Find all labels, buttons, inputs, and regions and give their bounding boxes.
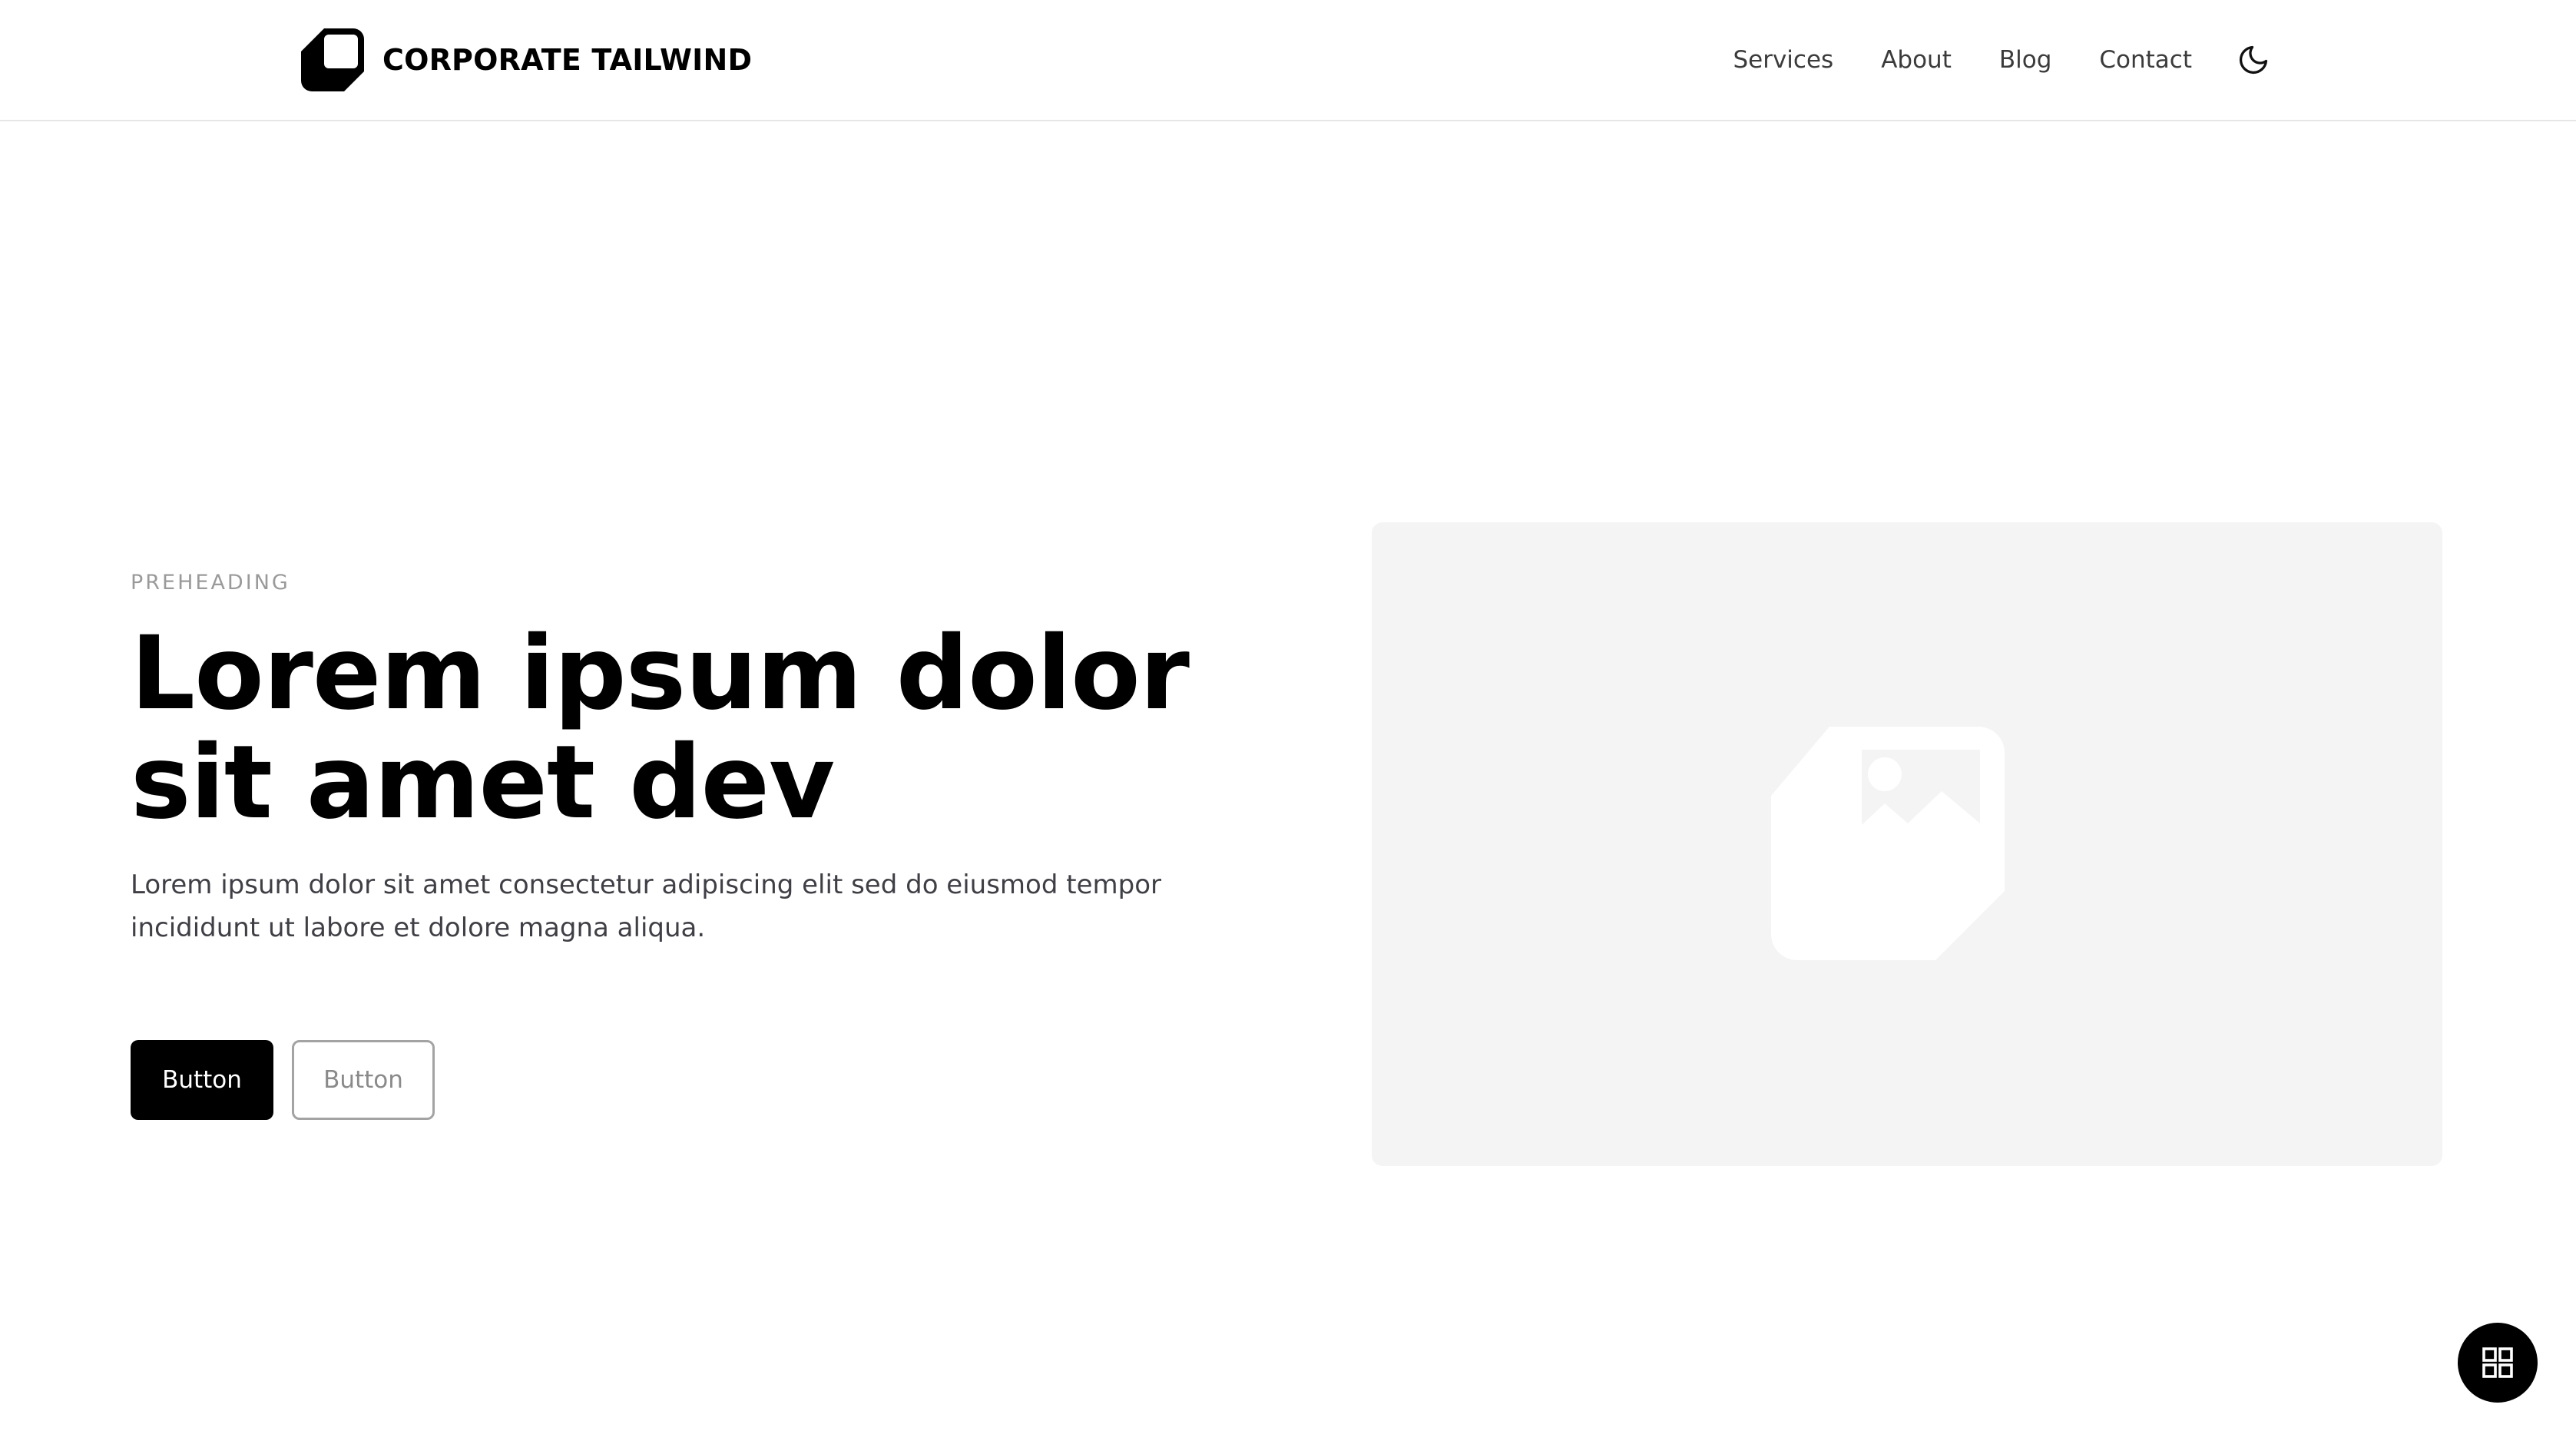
primary-button[interactable]: Button: [131, 1040, 273, 1120]
nav-link-about[interactable]: About: [1881, 46, 1952, 74]
hero-image-placeholder: [1372, 522, 2442, 1166]
main-nav: Services About Blog Contact: [1733, 29, 2272, 91]
apps-grid-button[interactable]: [2458, 1323, 2538, 1403]
hero-content: PREHEADING Lorem ipsum dolor sit amet de…: [131, 570, 1221, 949]
brand-name: CORPORATE TAILWIND: [382, 43, 753, 77]
secondary-button[interactable]: Button: [292, 1040, 435, 1120]
nav-link-services[interactable]: Services: [1733, 46, 1833, 74]
grid-icon: [2482, 1347, 2513, 1378]
hero-buttons: Button Button: [131, 1040, 435, 1120]
brand[interactable]: CORPORATE TAILWIND: [301, 28, 752, 92]
preheading: PREHEADING: [131, 571, 290, 595]
image-icon: [1771, 727, 2005, 960]
moon-icon: [2239, 45, 2268, 75]
nav-link-contact[interactable]: Contact: [2099, 46, 2192, 74]
hero-headline: Lorem ipsum dolor sit amet dev: [131, 614, 1190, 842]
logo-icon: [301, 28, 364, 91]
hero-description: Lorem ipsum dolor sit amet consectetur a…: [131, 870, 1161, 943]
theme-toggle-button[interactable]: [2235, 41, 2272, 78]
nav-link-blog[interactable]: Blog: [1999, 46, 2052, 74]
site-header: CORPORATE TAILWIND Services About Blog C…: [0, 0, 2576, 121]
